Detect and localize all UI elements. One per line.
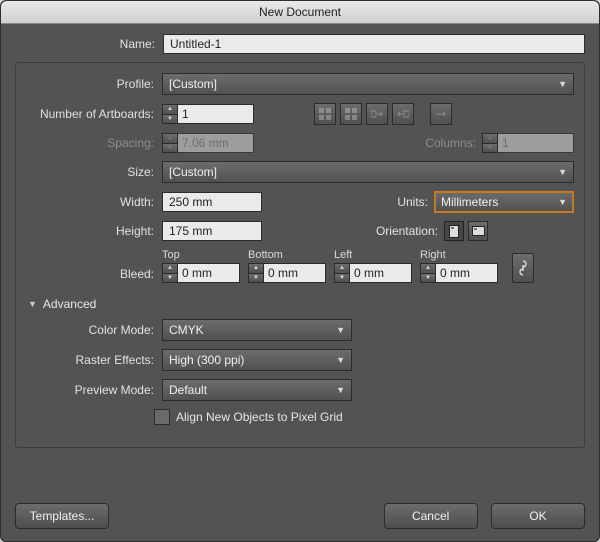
raster-effects-select[interactable]: High (300 ppi) ▼: [162, 349, 352, 371]
preview-mode-select[interactable]: Default ▼: [162, 379, 352, 401]
color-mode-label: Color Mode:: [26, 323, 162, 337]
chevron-down-icon: ▼: [558, 197, 567, 207]
chevron-down-icon: ▼: [558, 79, 567, 89]
profile-label: Profile:: [26, 77, 162, 91]
stepper-up-icon[interactable]: ▲: [248, 263, 264, 274]
orientation-label: Orientation:: [376, 224, 444, 238]
advanced-toggle[interactable]: ▼ Advanced: [28, 297, 574, 311]
bleed-bottom-stepper[interactable]: ▲▼: [248, 263, 326, 283]
arrangement-icons: [314, 103, 452, 125]
grid-by-row-icon[interactable]: [314, 103, 336, 125]
width-label: Width:: [26, 195, 162, 209]
stepper-up-icon: ▲: [482, 133, 498, 144]
stepper-up-icon: ▲: [162, 133, 178, 144]
size-value: [Custom]: [169, 165, 217, 179]
ok-button[interactable]: OK: [491, 503, 585, 529]
columns-stepper: ▲ ▼: [482, 133, 574, 153]
stepper-down-icon[interactable]: ▼: [248, 274, 264, 284]
size-select[interactable]: [Custom] ▼: [162, 161, 574, 183]
chevron-down-icon: ▼: [336, 355, 345, 365]
grid-by-column-icon[interactable]: [340, 103, 362, 125]
raster-effects-value: High (300 ppi): [169, 353, 244, 367]
profile-value: [Custom]: [169, 77, 217, 91]
raster-effects-label: Raster Effects:: [26, 353, 162, 367]
dialog-title: New Document: [1, 1, 599, 24]
artboards-input[interactable]: [178, 104, 254, 124]
stepper-up-icon[interactable]: ▲: [420, 263, 436, 274]
profile-select[interactable]: [Custom] ▼: [162, 73, 574, 95]
link-bleed-icon[interactable]: [512, 253, 534, 283]
chevron-down-icon: ▼: [336, 385, 345, 395]
units-label: Units:: [397, 195, 434, 209]
artboards-stepper[interactable]: ▲ ▼: [162, 104, 254, 124]
stepper-down-icon[interactable]: ▼: [334, 274, 350, 284]
bleed-left-input[interactable]: [350, 263, 412, 283]
bleed-bottom-label: Bottom: [248, 249, 326, 261]
color-mode-value: CMYK: [169, 323, 204, 337]
align-pixel-grid-label: Align New Objects to Pixel Grid: [176, 410, 343, 424]
spacing-label: Spacing:: [26, 136, 162, 150]
stepper-down-icon[interactable]: ▼: [162, 274, 178, 284]
stepper-up-icon[interactable]: ▲: [162, 263, 178, 274]
bleed-right-stepper[interactable]: ▲▼: [420, 263, 498, 283]
templates-button[interactable]: Templates...: [15, 503, 109, 529]
columns-label: Columns:: [425, 136, 482, 150]
preview-mode-label: Preview Mode:: [26, 383, 162, 397]
size-label: Size:: [26, 165, 162, 179]
direction-toggle-icon[interactable]: [430, 103, 452, 125]
disclosure-down-icon: ▼: [28, 299, 37, 309]
bleed-label: Bleed:: [26, 267, 162, 283]
units-select[interactable]: Millimeters ▼: [434, 191, 574, 213]
bleed-top-stepper[interactable]: ▲▼: [162, 263, 240, 283]
new-document-dialog: New Document Name: Profile: [Custom] ▼ N…: [0, 0, 600, 542]
stepper-down-icon[interactable]: ▼: [162, 115, 178, 125]
height-label: Height:: [26, 224, 162, 238]
stepper-up-icon[interactable]: ▲: [334, 263, 350, 274]
stepper-up-icon[interactable]: ▲: [162, 104, 178, 115]
spacing-input: [178, 133, 254, 153]
bleed-left-label: Left: [334, 249, 412, 261]
units-value: Millimeters: [441, 195, 498, 209]
cancel-button[interactable]: Cancel: [384, 503, 478, 529]
stepper-down-icon[interactable]: ▼: [420, 274, 436, 284]
settings-frame: Profile: [Custom] ▼ Number of Artboards:…: [15, 62, 585, 448]
name-label: Name:: [15, 37, 163, 51]
bleed-top-label: Top: [162, 249, 240, 261]
columns-input: [498, 133, 574, 153]
bleed-bottom-input[interactable]: [264, 263, 326, 283]
bleed-right-label: Right: [420, 249, 498, 261]
spacing-stepper: ▲ ▼: [162, 133, 254, 153]
name-input[interactable]: [163, 34, 585, 54]
stepper-down-icon: ▼: [482, 144, 498, 154]
stepper-down-icon: ▼: [162, 144, 178, 154]
bleed-top-input[interactable]: [178, 263, 240, 283]
chevron-down-icon: ▼: [336, 325, 345, 335]
chevron-down-icon: ▼: [558, 167, 567, 177]
align-pixel-grid-checkbox[interactable]: [154, 409, 170, 425]
preview-mode-value: Default: [169, 383, 207, 397]
orientation-portrait-icon[interactable]: [444, 221, 464, 241]
row-rtl-icon[interactable]: [392, 103, 414, 125]
artboards-label: Number of Artboards:: [26, 107, 162, 121]
advanced-label: Advanced: [43, 297, 96, 311]
row-ltr-icon[interactable]: [366, 103, 388, 125]
width-input[interactable]: [162, 192, 262, 212]
color-mode-select[interactable]: CMYK ▼: [162, 319, 352, 341]
height-input[interactable]: [162, 221, 262, 241]
orientation-landscape-icon[interactable]: [468, 221, 488, 241]
bleed-left-stepper[interactable]: ▲▼: [334, 263, 412, 283]
bleed-right-input[interactable]: [436, 263, 498, 283]
dialog-footer: Templates... Cancel OK: [1, 493, 599, 541]
